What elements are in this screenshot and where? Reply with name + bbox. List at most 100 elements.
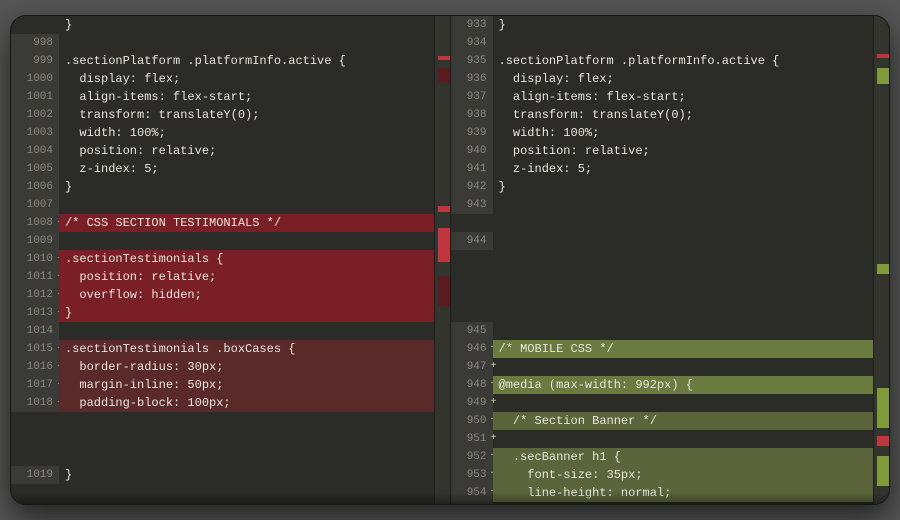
right-line[interactable]: 943 — [451, 196, 874, 214]
right-line[interactable]: 951+ — [451, 430, 874, 448]
code-text: margin-inline: 50px; — [59, 376, 434, 394]
left-code-area[interactable]: }998999.sectionPlatform .platformInfo.ac… — [11, 16, 434, 504]
right-line[interactable]: 940 position: relative; — [451, 142, 874, 160]
left-line[interactable]: 1018– padding-block: 100px; — [11, 394, 434, 412]
line-number: 1019 — [11, 466, 59, 484]
right-line[interactable]: 936 display: flex; — [451, 70, 874, 88]
left-line[interactable]: 1011– position: relative; — [11, 268, 434, 286]
minimap-chunk[interactable] — [438, 206, 450, 212]
left-line[interactable]: 1010–.sectionTestimonials { — [11, 250, 434, 268]
right-line[interactable]: 950+ /* Section Banner */ — [451, 412, 874, 430]
right-line[interactable]: 948+@media (max-width: 992px) { — [451, 376, 874, 394]
right-line[interactable]: 952+ .secBanner h1 { — [451, 448, 874, 466]
minimap-chunk[interactable] — [877, 436, 889, 446]
left-line[interactable]: } — [11, 16, 434, 34]
right-line[interactable]: 935.sectionPlatform .platformInfo.active… — [451, 52, 874, 70]
minimap-chunk[interactable] — [877, 264, 889, 274]
left-line[interactable]: 1017– margin-inline: 50px; — [11, 376, 434, 394]
left-line[interactable]: 1013–} — [11, 304, 434, 322]
left-line[interactable]: 1016– border-radius: 30px; — [11, 358, 434, 376]
left-line[interactable]: 1001 align-items: flex-start; — [11, 88, 434, 106]
code-text: z-index: 5; — [59, 160, 434, 178]
code-text: width: 100%; — [59, 124, 434, 142]
code-text: transform: translateY(0); — [493, 106, 874, 124]
line-number: 946 — [451, 340, 493, 358]
right-line[interactable]: 938 transform: translateY(0); — [451, 106, 874, 124]
minimap-chunk[interactable] — [877, 388, 889, 428]
minimap-chunk[interactable] — [877, 68, 889, 84]
left-line[interactable]: 1014 — [11, 322, 434, 340]
right-line[interactable] — [451, 250, 874, 268]
left-line[interactable]: 1015–.sectionTestimonials .boxCases { — [11, 340, 434, 358]
right-line[interactable]: 939 width: 100%; — [451, 124, 874, 142]
line-number: 945 — [451, 322, 493, 340]
right-line[interactable] — [451, 304, 874, 322]
code-text: .sectionPlatform .platformInfo.active { — [59, 52, 434, 70]
right-line[interactable]: 934 — [451, 34, 874, 52]
right-line[interactable]: 942} — [451, 178, 874, 196]
right-line[interactable]: 933} — [451, 16, 874, 34]
right-line[interactable]: 953+ font-size: 35px; — [451, 466, 874, 484]
right-line[interactable]: 947+ — [451, 358, 874, 376]
line-number: 944 — [451, 232, 493, 250]
left-line[interactable]: 1004 position: relative; — [11, 142, 434, 160]
code-text: /* CSS SECTION TESTIMONIALS */ — [59, 214, 434, 232]
left-line[interactable]: 1009 — [11, 232, 434, 250]
right-line[interactable] — [451, 214, 874, 232]
line-number: 1013 — [11, 304, 59, 322]
line-number: 1004 — [11, 142, 59, 160]
right-line[interactable] — [451, 286, 874, 304]
line-number: 1003 — [11, 124, 59, 142]
left-line[interactable]: 1007 — [11, 196, 434, 214]
line-number: 1008 — [11, 214, 59, 232]
code-text: position: relative; — [59, 142, 434, 160]
code-text: /* MOBILE CSS */ — [493, 340, 874, 358]
line-number: 951 — [451, 430, 493, 448]
right-line[interactable]: 944 — [451, 232, 874, 250]
left-pane[interactable]: }998999.sectionPlatform .platformInfo.ac… — [11, 16, 450, 504]
left-line[interactable]: 1005 z-index: 5; — [11, 160, 434, 178]
right-line[interactable]: 941 z-index: 5; — [451, 160, 874, 178]
right-code-area[interactable]: 933}934935.sectionPlatform .platformInfo… — [451, 16, 874, 504]
line-number: 1015 — [11, 340, 59, 358]
right-line[interactable]: 949+ — [451, 394, 874, 412]
right-line[interactable]: 946+/* MOBILE CSS */ — [451, 340, 874, 358]
left-line[interactable]: 1003 width: 100%; — [11, 124, 434, 142]
code-text: padding-block: 100px; — [59, 394, 434, 412]
left-line[interactable] — [11, 412, 434, 430]
code-text: display: flex; — [59, 70, 434, 88]
left-line[interactable]: 999.sectionPlatform .platformInfo.active… — [11, 52, 434, 70]
code-text: @media (max-width: 992px) { — [493, 376, 874, 394]
minimap-chunk[interactable] — [877, 54, 889, 58]
left-line[interactable]: 998 — [11, 34, 434, 52]
left-line[interactable]: 1012– overflow: hidden; — [11, 286, 434, 304]
minimap-chunk[interactable] — [877, 456, 889, 486]
right-line[interactable]: 954+ line-height: normal; — [451, 484, 874, 502]
left-line[interactable] — [11, 448, 434, 466]
code-text: font-size: 35px; — [493, 466, 874, 484]
left-line[interactable] — [11, 430, 434, 448]
left-line[interactable]: 1000 display: flex; — [11, 70, 434, 88]
minimap-chunk[interactable] — [438, 56, 450, 60]
right-minimap[interactable] — [873, 16, 889, 504]
line-number: 942 — [451, 178, 493, 196]
left-line[interactable]: 1008–/* CSS SECTION TESTIMONIALS */ — [11, 214, 434, 232]
left-minimap[interactable] — [434, 16, 450, 504]
line-number: 955 — [451, 502, 493, 504]
left-line[interactable]: 1006} — [11, 178, 434, 196]
left-line[interactable]: 1019} — [11, 466, 434, 484]
right-line[interactable] — [451, 268, 874, 286]
line-number: 1002 — [11, 106, 59, 124]
minimap-chunk[interactable] — [438, 228, 450, 262]
right-line[interactable]: 955 } — [451, 502, 874, 504]
code-text: .secBanner h1 { — [493, 448, 874, 466]
right-pane[interactable]: 933}934935.sectionPlatform .platformInfo… — [451, 16, 890, 504]
right-line[interactable]: 937 align-items: flex-start; — [451, 88, 874, 106]
line-number: 954 — [451, 484, 493, 502]
left-line[interactable]: 1002 transform: translateY(0); — [11, 106, 434, 124]
right-line[interactable]: 945 — [451, 322, 874, 340]
code-text: position: relative; — [59, 268, 434, 286]
code-text: .sectionTestimonials .boxCases { — [59, 340, 434, 358]
minimap-chunk[interactable] — [438, 276, 450, 306]
minimap-chunk[interactable] — [438, 68, 450, 82]
